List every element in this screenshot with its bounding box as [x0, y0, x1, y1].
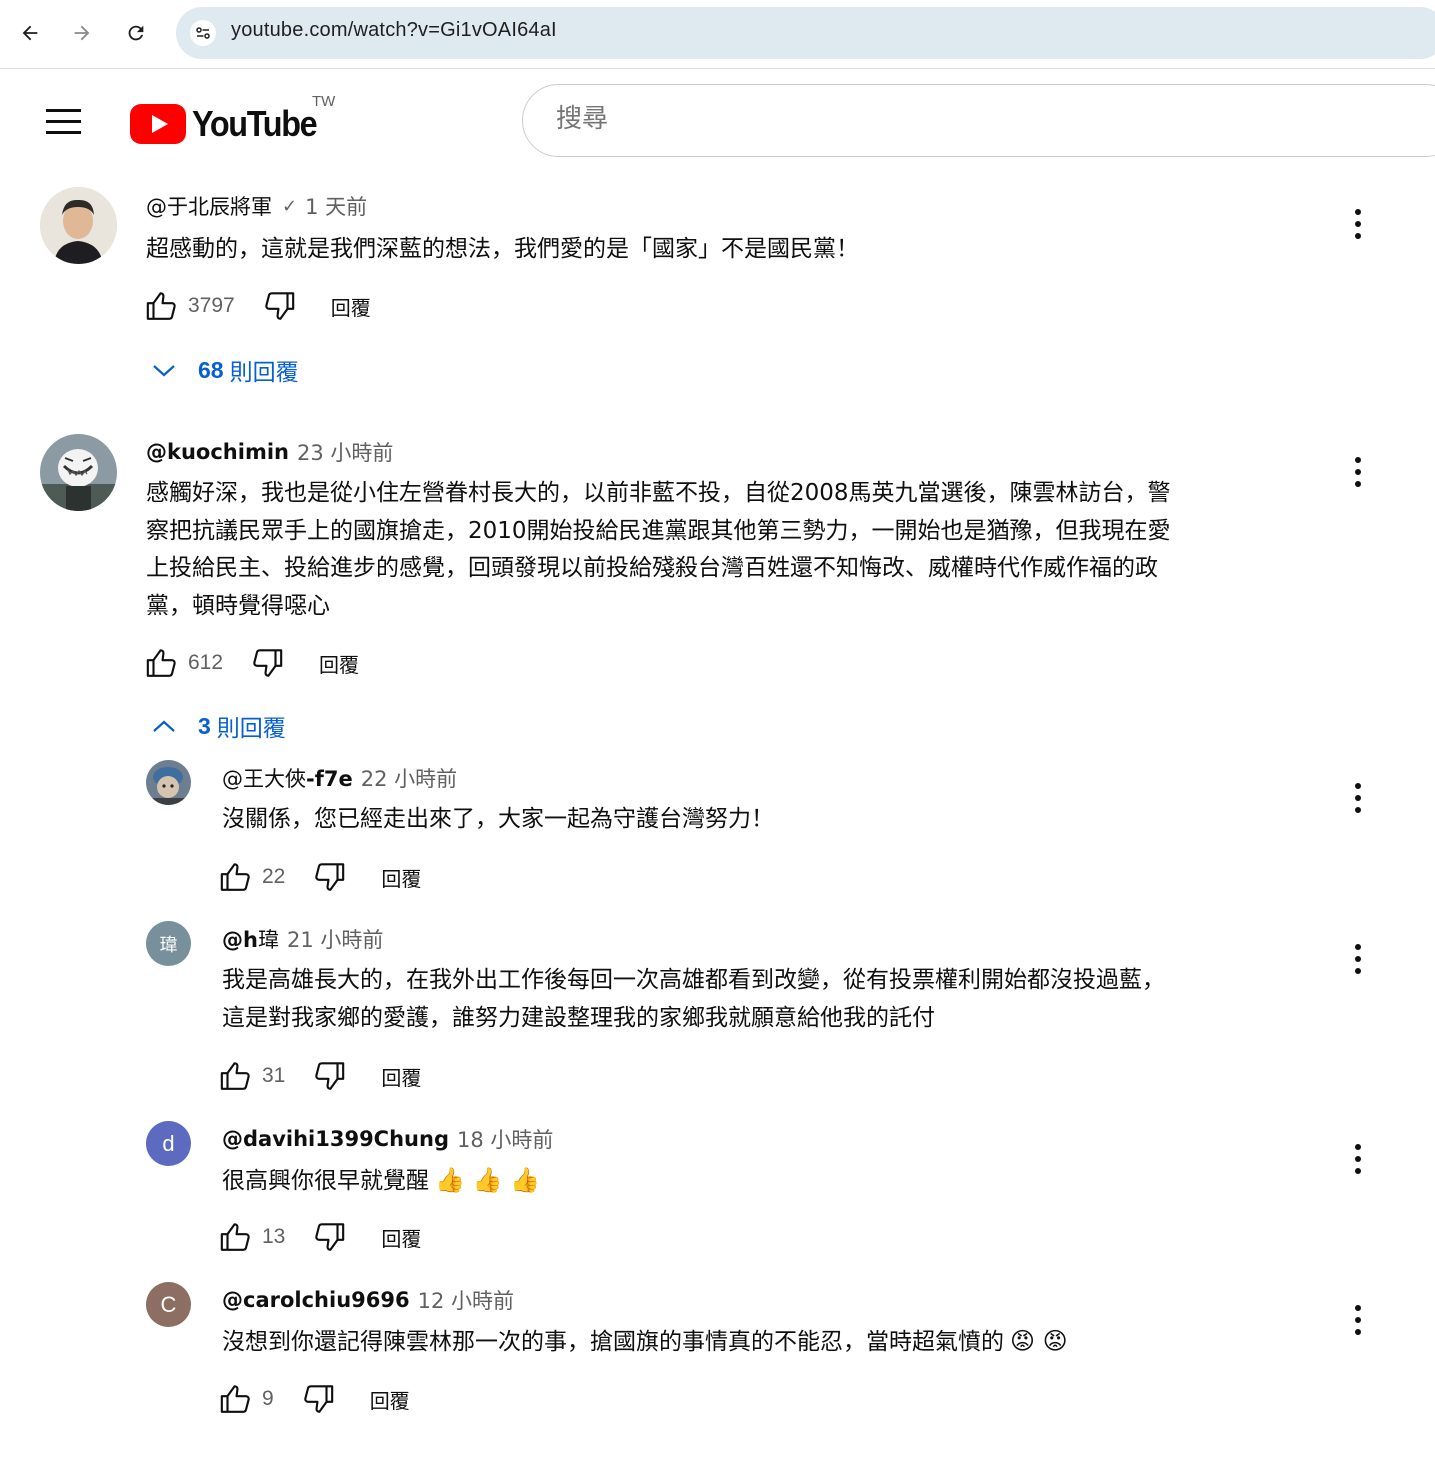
chevron-down-icon	[153, 365, 175, 377]
thumb-up-icon	[146, 292, 176, 320]
comment-time[interactable]: 1 天前	[305, 191, 367, 221]
more-actions-button[interactable]	[1340, 451, 1376, 493]
more-vert-icon	[1355, 1305, 1361, 1335]
region-code: TW	[312, 93, 336, 110]
thumb-down-icon	[303, 1385, 333, 1413]
more-vert-icon	[1355, 457, 1361, 487]
search-bar[interactable]	[522, 84, 1435, 157]
more-actions-button[interactable]	[1340, 938, 1376, 980]
avatar[interactable]	[146, 760, 191, 805]
verified-icon: ✓	[282, 195, 298, 217]
reply-author[interactable]: @davihi1399Chung	[222, 1127, 449, 1151]
dislike-button[interactable]	[309, 857, 349, 897]
reply-time[interactable]: 12 小時前	[418, 1285, 514, 1315]
dislike-button[interactable]	[298, 1379, 338, 1419]
reply-author[interactable]: @王大俠-f7e	[222, 763, 353, 793]
thumb-down-icon	[315, 863, 345, 891]
reply-text: 很高興你很早就覺醒 👍 👍 👍	[222, 1166, 540, 1194]
hide-replies-button[interactable]: 3 則回覆	[150, 706, 286, 746]
chevron-up-icon	[153, 720, 175, 732]
dislike-button[interactable]	[309, 1217, 349, 1257]
reply-button[interactable]: 回覆	[381, 863, 421, 892]
dislike-button[interactable]	[247, 643, 287, 683]
youtube-logo[interactable]: YouTube	[130, 96, 330, 152]
comment-text: 超感動的，這就是我們深藍的想法，我們愛的是「國家」不是國民黨！	[146, 236, 859, 262]
like-count: 612	[188, 651, 224, 674]
like-button[interactable]	[142, 286, 182, 326]
avatar[interactable]: C	[146, 1282, 191, 1327]
reply-button[interactable]: 回覆	[381, 1062, 421, 1091]
forward-button[interactable]	[64, 14, 100, 52]
avatar[interactable]	[40, 434, 117, 511]
thumb-up-icon	[220, 1062, 250, 1090]
thumb-up-icon	[220, 863, 250, 891]
reload-button[interactable]	[118, 14, 154, 52]
arrow-right-icon	[74, 25, 90, 41]
thumb-up-icon	[220, 1385, 250, 1413]
reply-text: 我是高雄長大的，在我外出工作後每回一次高雄都看到改變，從有投票權利開始都沒投過藍…	[222, 967, 1165, 1031]
like-count: 13	[262, 1225, 286, 1248]
comment-author[interactable]: @于北辰將軍	[146, 191, 272, 221]
back-button[interactable]	[12, 14, 48, 52]
reply-button[interactable]: 回覆	[331, 292, 371, 321]
like-button[interactable]	[216, 857, 256, 897]
reply-author[interactable]: @h瑋	[222, 924, 279, 954]
reply-time[interactable]: 21 小時前	[287, 924, 383, 954]
reply-button[interactable]: 回覆	[319, 649, 359, 678]
like-count: 9	[262, 1387, 274, 1410]
thumb-down-icon	[315, 1062, 345, 1090]
thumb-down-icon	[315, 1223, 345, 1251]
reply-time[interactable]: 22 小時前	[361, 763, 457, 793]
more-actions-button[interactable]	[1340, 203, 1376, 245]
reply-text: 沒想到你還記得陳雲林那一次的事，搶國旗的事情真的不能忍，當時超氣憤的 😡 😡	[222, 1327, 1068, 1355]
site-info-icon[interactable]	[190, 20, 216, 46]
url-text[interactable]: youtube.com/watch?v=Gi1vOAI64aI	[231, 19, 557, 42]
reply-text: 沒關係，您已經走出來了，大家一起為守護台灣努力！	[222, 806, 774, 832]
more-vert-icon	[1355, 209, 1361, 239]
more-actions-button[interactable]	[1340, 1138, 1376, 1180]
dislike-button[interactable]	[259, 286, 299, 326]
address-bar[interactable]: youtube.com/watch?v=Gi1vOAI64aI	[176, 7, 1435, 59]
like-button[interactable]	[216, 1379, 256, 1419]
search-input[interactable]	[554, 103, 1418, 135]
reply-button[interactable]: 回覆	[381, 1223, 421, 1252]
more-vert-icon	[1355, 783, 1361, 813]
like-count: 31	[262, 1064, 286, 1087]
more-actions-button[interactable]	[1340, 777, 1376, 819]
comment-author[interactable]: @kuochimin	[146, 440, 289, 464]
avatar[interactable]: 瑋	[146, 921, 191, 966]
like-button[interactable]	[216, 1217, 256, 1257]
browser-toolbar: youtube.com/watch?v=Gi1vOAI64aI	[0, 0, 1435, 69]
arrow-left-icon	[22, 25, 38, 41]
avatar[interactable]: d	[146, 1121, 191, 1166]
comment-time[interactable]: 23 小時前	[297, 437, 393, 467]
menu-icon[interactable]	[42, 104, 84, 140]
more-vert-icon	[1355, 944, 1361, 974]
thumb-up-icon	[146, 649, 176, 677]
reload-icon	[128, 25, 144, 41]
thumb-down-icon	[264, 292, 294, 320]
more-vert-icon	[1355, 1144, 1361, 1174]
like-button[interactable]	[142, 643, 182, 683]
reply-button[interactable]: 回覆	[370, 1385, 410, 1414]
reply-author[interactable]: @carolchiu9696	[222, 1288, 410, 1312]
like-button[interactable]	[216, 1056, 256, 1096]
view-replies-button[interactable]: 68 則回覆	[150, 350, 299, 390]
dislike-button[interactable]	[309, 1056, 349, 1096]
logo-text: YouTube	[192, 103, 318, 144]
like-count: 3797	[188, 294, 235, 317]
angry-emoji: 😡 😡	[1010, 1327, 1068, 1355]
youtube-play-icon	[130, 104, 186, 144]
thumbs-up-emoji: 👍 👍 👍	[435, 1166, 540, 1194]
reply-time[interactable]: 18 小時前	[457, 1124, 553, 1154]
thumb-down-icon	[253, 649, 283, 677]
more-actions-button[interactable]	[1340, 1299, 1376, 1341]
thumb-up-icon	[220, 1223, 250, 1251]
like-count: 22	[262, 865, 286, 888]
avatar[interactable]	[40, 187, 117, 264]
comment-text: 感觸好深，我也是從小住左營眷村長大的，以前非藍不投，自從2008馬英九當選後，陳…	[146, 480, 1171, 619]
